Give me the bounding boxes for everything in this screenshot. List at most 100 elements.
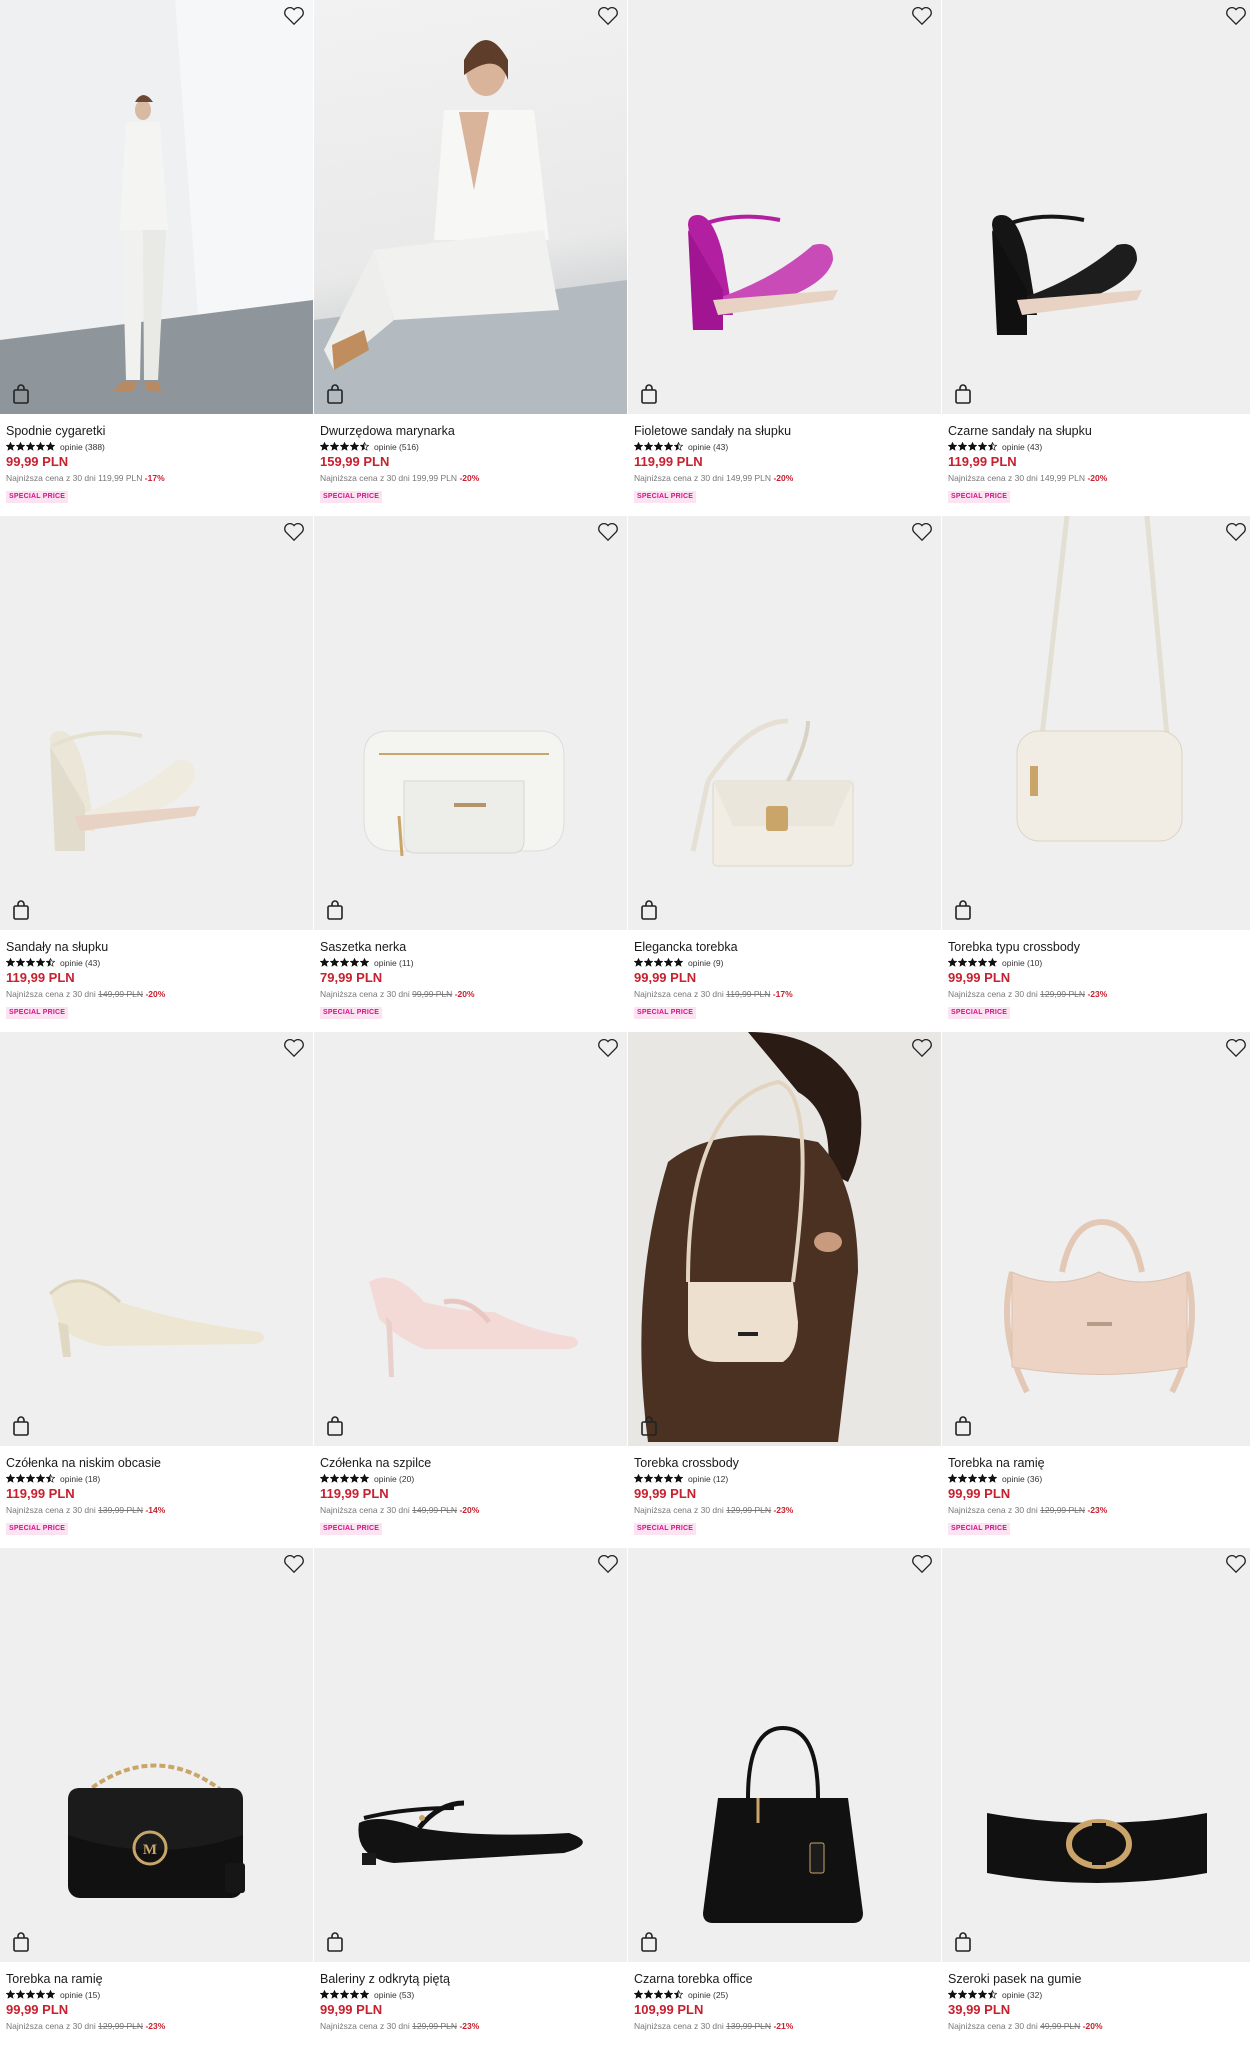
rating: opinie (18) [5,1472,307,1486]
shopping-bag-icon[interactable] [954,384,972,404]
heart-icon[interactable] [1225,6,1247,26]
heart-icon[interactable] [283,1038,305,1058]
product-card[interactable]: Torebka crossbody opinie (12) 99,99 PLN … [628,1032,941,1548]
shopping-bag-icon[interactable] [12,1932,30,1952]
product-card[interactable]: Czarna torebka office opinie (25) 109,99… [628,1548,941,2064]
product-image[interactable] [314,0,627,414]
product-image[interactable] [628,516,941,930]
review-count: opinie (10) [1002,958,1043,968]
product-card[interactable]: Spodnie cygaretki opinie (388) 99,99 PLN… [0,0,313,516]
product-name[interactable]: Szeroki pasek na gumie [948,1972,1249,1987]
shopping-bag-icon[interactable] [326,1416,344,1436]
lowest-price-value: 149,99 PLN [98,989,144,999]
heart-icon[interactable] [1225,522,1247,542]
product-name[interactable]: Baleriny z odkrytą piętą [320,1972,621,1987]
lowest-price-note: Najniższa cena z 30 dni 99,99 PLN -20% [320,988,621,1001]
product-name[interactable]: Elegancka torebka [634,940,935,955]
product-card[interactable]: Fioletowe sandały na słupku opinie (43) … [628,0,941,516]
product-card[interactable]: Torebka typu crossbody opinie (10) 99,99… [942,516,1250,1032]
product-card[interactable]: Elegancka torebka opinie (9) 99,99 PLN N… [628,516,941,1032]
heart-icon[interactable] [597,1038,619,1058]
heart-icon[interactable] [1225,1554,1247,1574]
product-name[interactable]: Spodnie cygaretki [6,424,307,439]
shopping-bag-icon[interactable] [12,384,30,404]
shopping-bag-icon[interactable] [954,1932,972,1952]
product-name[interactable]: Fioletowe sandały na słupku [634,424,935,439]
product-image[interactable] [628,1548,941,1962]
product-card[interactable]: Czółenka na niskim obcasie opinie (18) 1… [0,1032,313,1548]
lowest-price-label: Najniższa cena z 30 dni [948,2021,1038,2031]
product-card[interactable]: M Torebka na ramię opinie (15) 99,99 PLN… [0,1548,313,2064]
product-image[interactable] [314,1032,627,1446]
product-name[interactable]: Dwurzędowa marynarka [320,424,621,439]
heart-icon[interactable] [911,6,933,26]
shopping-bag-icon[interactable] [12,900,30,920]
heart-icon[interactable] [911,1038,933,1058]
product-image[interactable] [314,516,627,930]
review-count: opinie (32) [1002,1990,1043,2000]
special-price-badge: SPECIAL PRICE [6,1523,69,1535]
product-image[interactable] [628,0,941,414]
review-count: opinie (15) [60,1990,101,2000]
product-name[interactable]: Czarna torebka office [634,1972,935,1987]
lowest-price-note: Najniższa cena z 30 dni 149,99 PLN -20% [320,1504,621,1517]
product-image[interactable] [942,0,1250,414]
product-card[interactable]: Saszetka nerka opinie (11) 79,99 PLN Naj… [314,516,627,1032]
product-name[interactable]: Torebka na ramię [6,1972,307,1987]
discount-percent: -23% [145,2021,166,2031]
heart-icon[interactable] [597,1554,619,1574]
lowest-price-label: Najniższa cena z 30 dni [320,989,410,999]
lowest-price-note: Najniższa cena z 30 dni 129,99 PLN -23% [6,2020,307,2033]
shopping-bag-icon[interactable] [326,900,344,920]
current-price: 119,99 PLN [320,1486,389,1501]
product-image[interactable] [942,1548,1250,1962]
shopping-bag-icon[interactable] [12,1416,30,1436]
product-card[interactable]: Czarne sandały na słupku opinie (43) 119… [942,0,1250,516]
product-card[interactable]: Czółenka na szpilce opinie (20) 119,99 P… [314,1032,627,1548]
product-image[interactable] [942,516,1250,930]
shopping-bag-icon[interactable] [640,1932,658,1952]
shopping-bag-icon[interactable] [954,1416,972,1436]
heart-icon[interactable] [283,6,305,26]
discount-percent: -21% [773,2021,794,2031]
product-name[interactable]: Czarne sandały na słupku [948,424,1249,439]
product-name[interactable]: Sandały na słupku [6,940,307,955]
product-image[interactable] [0,0,313,414]
shopping-bag-icon[interactable] [326,1932,344,1952]
product-image[interactable] [0,516,313,930]
shopping-bag-icon[interactable] [640,900,658,920]
product-card[interactable]: Torebka na ramię opinie (36) 99,99 PLN N… [942,1032,1250,1548]
product-image[interactable] [942,1032,1250,1446]
heart-icon[interactable] [283,1554,305,1574]
current-price: 99,99 PLN [6,454,69,469]
product-name[interactable]: Torebka crossbody [634,1456,935,1471]
product-image[interactable] [0,1032,313,1446]
product-name[interactable]: Saszetka nerka [320,940,621,955]
product-image[interactable]: M [0,1548,313,1962]
product-image[interactable] [314,1548,627,1962]
product-name[interactable]: Czółenka na niskim obcasie [6,1456,307,1471]
product-card[interactable]: Sandały na słupku opinie (43) 119,99 PLN… [0,516,313,1032]
product-card[interactable]: Baleriny z odkrytą piętą opinie (53) 99,… [314,1548,627,2064]
product-image[interactable] [628,1032,941,1446]
product-card[interactable]: Szeroki pasek na gumie opinie (32) 39,99… [942,1548,1250,2064]
shopping-bag-icon[interactable] [640,384,658,404]
shopping-bag-icon[interactable] [326,384,344,404]
heart-icon[interactable] [1225,1038,1247,1058]
shopping-bag-icon[interactable] [640,1416,658,1436]
lowest-price-value: 149,99 PLN [1040,473,1086,483]
heart-icon[interactable] [597,6,619,26]
product-grid: Spodnie cygaretki opinie (388) 99,99 PLN… [0,0,1250,2064]
product-name[interactable]: Czółenka na szpilce [320,1456,621,1471]
heart-icon[interactable] [597,522,619,542]
product-name[interactable]: Torebka na ramię [948,1456,1249,1471]
lowest-price-value: 149,99 PLN [412,1505,458,1515]
heart-icon[interactable] [911,1554,933,1574]
lowest-price-value: 129,99 PLN [412,2021,458,2031]
shopping-bag-icon[interactable] [954,900,972,920]
heart-icon[interactable] [911,522,933,542]
heart-icon[interactable] [283,522,305,542]
product-name[interactable]: Torebka typu crossbody [948,940,1249,955]
product-card[interactable]: Dwurzędowa marynarka opinie (516) 159,99… [314,0,627,516]
current-price: 99,99 PLN [948,970,1011,985]
